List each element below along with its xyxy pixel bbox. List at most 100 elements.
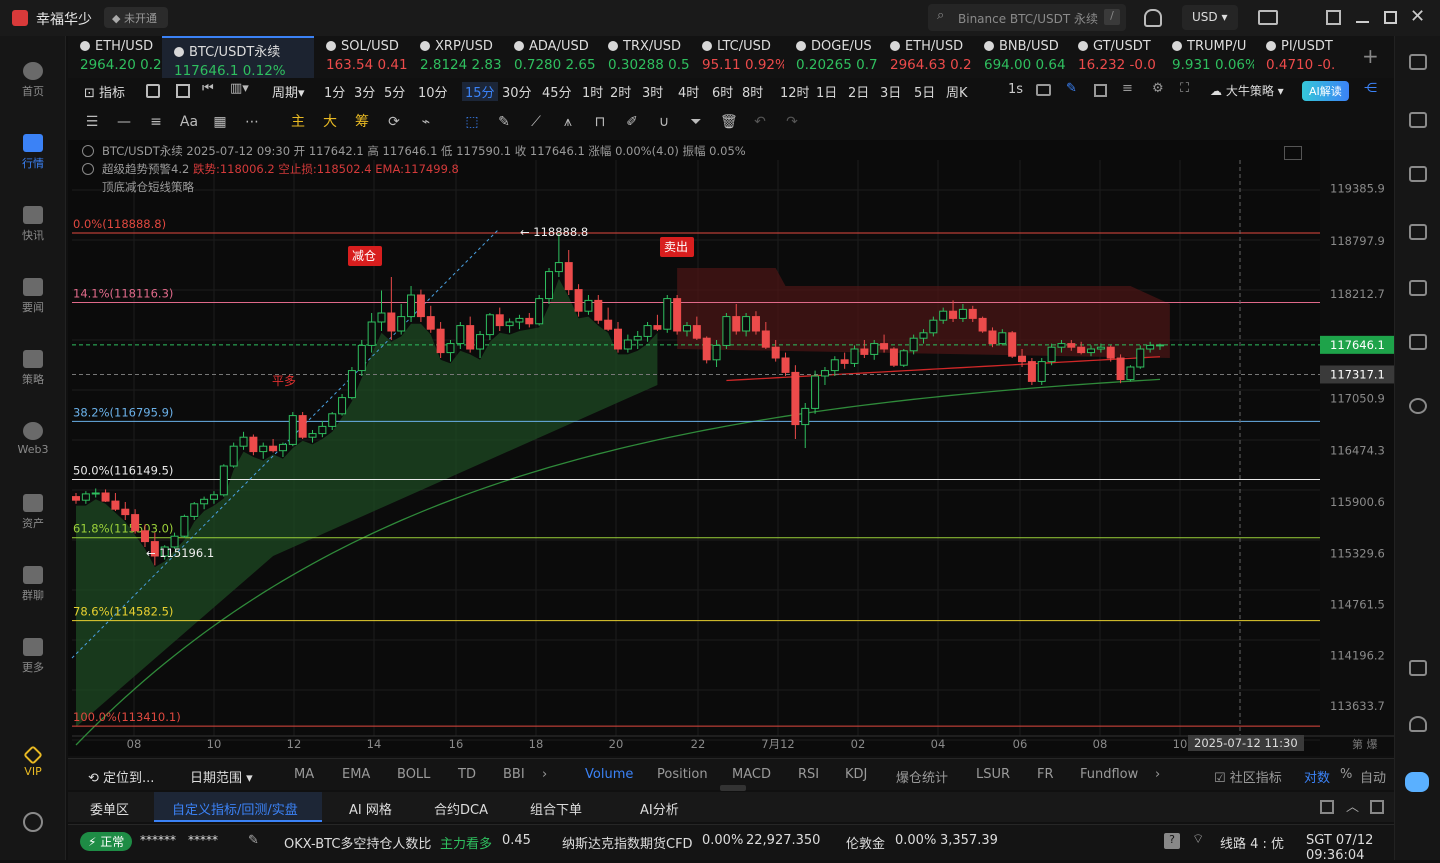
sidebar-item-more[interactable]: 更多 [0,638,66,675]
locate-button[interactable]: ⟲ 定位到... [88,767,154,786]
layout-icon[interactable] [1409,660,1427,676]
sidebar-item-strategy[interactable]: 策略 [0,350,66,387]
tab-custom-indicator[interactable]: 自定义指标/回测/实盘 [154,792,322,822]
chips-toggle[interactable]: 筹 [354,114,370,130]
ticker-9[interactable]: BNB/USD 694.00 0.64 [972,36,1066,78]
timeframe-12[interactable]: 8时 [742,82,763,101]
tab-fundflow[interactable]: Fundflow [1080,767,1138,782]
document-icon[interactable] [1409,112,1427,128]
timeframe-17[interactable]: 5日 [914,82,935,101]
multi-line-icon[interactable]: ≡ [148,114,164,130]
collapse-icon-2[interactable] [82,163,94,175]
timeframe-0[interactable]: 1分 [324,82,345,101]
chevron-up-icon[interactable]: ︿ [1346,796,1359,815]
ticker-8[interactable]: ETH/USD 2964.63 0.2 [878,36,972,78]
tab-ai-analysis[interactable]: AI分析 [640,799,679,818]
tab-position[interactable]: Position [657,767,708,782]
ticker-0[interactable]: ETH/USD 2964.20 0.2 [68,36,162,78]
watchlist-icon[interactable] [1409,54,1427,70]
swap-icon[interactable] [1409,398,1427,414]
filter-icon[interactable]: ⏷ [688,114,704,130]
more-icon[interactable]: ⋯ [244,114,260,130]
ticker-2[interactable]: SOL/USD 163.54 0.41 [314,36,408,78]
timeframe-7[interactable]: 1时 [582,82,603,101]
headset-icon[interactable] [1409,716,1427,732]
auto-scale-toggle[interactable]: 自动 [1360,767,1386,786]
ticker-1[interactable]: BTC/USDT永续 117646.1 0.12% [162,36,314,78]
ticker-4[interactable]: ADA/USD 0.7280 2.65 [502,36,596,78]
expand-icon[interactable] [1370,800,1384,814]
assistant-bot-icon[interactable] [1405,772,1429,792]
sidebar-item-market[interactable]: 行情 [0,134,66,171]
lock-icon[interactable]: ⊓ [592,114,608,130]
tab-kdj[interactable]: KDJ [845,767,867,782]
timeframe-10[interactable]: 4时 [678,82,699,101]
timeframe-15[interactable]: 2日 [848,82,869,101]
tab-bbi[interactable]: BBI [503,767,525,782]
note-icon[interactable]: ✐ [624,114,640,130]
drag-handle[interactable] [720,785,746,791]
chevron-right-icon[interactable]: › [542,767,547,782]
ticker-3[interactable]: XRP/USD 2.8124 2.83 [408,36,502,78]
sidebar-item-news[interactable]: 要闻 [0,278,66,315]
magnet-icon[interactable]: ∪ [656,114,672,130]
ticker-5[interactable]: TRX/USD 0.30288 0.5 [596,36,690,78]
pencil-icon[interactable]: ✎ [496,114,512,130]
copy-icon[interactable] [1094,84,1107,97]
strategy-dropdown[interactable]: ☁ 大牛策略 ▾ [1210,82,1284,99]
tab-td[interactable]: TD [458,767,476,782]
chevron-right-icon-2[interactable]: › [1155,767,1160,782]
horizontal-line-icon[interactable]: — [116,114,132,130]
minimize-icon[interactable] [1356,21,1369,23]
search-box[interactable]: ⌕ Binance BTC/USDT 永续 / [928,4,1126,31]
add-ticker-button[interactable]: + [1362,44,1379,68]
menu-icon[interactable]: ☰ [84,114,100,130]
card-icon[interactable] [1409,334,1427,350]
popout-icon[interactable] [1320,800,1334,814]
tab-volume[interactable]: Volume [585,767,633,782]
fullscreen-icon[interactable]: ⛶ [1180,81,1189,96]
percent-toggle[interactable]: % [1340,767,1352,782]
timeframe-14[interactable]: 1日 [816,82,837,101]
sidebar-item-vip[interactable]: VIP [0,745,66,778]
community-indicators[interactable]: ☑ 社区指标 [1214,767,1282,786]
timeframe-1[interactable]: 3分 [354,82,375,101]
tab-fr[interactable]: FR [1037,767,1054,782]
tab-ai-grid[interactable]: AI 网格 [349,799,392,818]
timeframe-16[interactable]: 3日 [880,82,901,101]
sidebar-item-chat[interactable]: 群聊 [0,566,66,603]
timeframe-11[interactable]: 6时 [712,82,733,101]
tab-rsi[interactable]: RSI [798,767,819,782]
tab-lsur[interactable]: LSUR [976,767,1010,782]
dollar-icon[interactable] [1409,166,1427,182]
sidebar-item-home[interactable]: 首页 [0,62,66,99]
refresh-icon[interactable]: ⟳ [386,114,402,130]
tab-macd[interactable]: MACD [732,767,771,782]
tab-orders[interactable]: 委单区 [90,799,129,818]
main-chart-toggle[interactable]: 主 [290,114,306,130]
pen-icon[interactable]: ✎ [1066,81,1077,96]
timeframe-3[interactable]: 10分 [418,82,448,101]
trendline-icon[interactable]: ⟋ [528,114,544,130]
ticker-7[interactable]: DOGE/US 0.20265 0.7 [784,36,878,78]
seconds-button[interactable]: 1s [1008,82,1023,97]
tab-combo-order[interactable]: 组合下单 [530,799,582,818]
login-badge[interactable]: ◆ 未开通 [104,7,168,28]
tab-ema[interactable]: EMA [342,767,370,782]
tab-ma[interactable]: MA [294,767,314,782]
ai-interpret-button[interactable]: AI解读 [1302,81,1349,101]
analytics-icon[interactable] [1409,224,1427,240]
gear-icon[interactable]: ⚙ [1152,81,1164,96]
ticker-6[interactable]: LTC/USD 95.11 0.92% [690,36,784,78]
camera-icon[interactable] [1036,84,1051,96]
text-tool-icon[interactable]: Aa [178,114,200,130]
timeframe-2[interactable]: 5分 [384,82,405,101]
ticker-10[interactable]: GT/USDT 16.232 -0.0 [1066,36,1160,78]
bell-icon[interactable] [1144,9,1162,27]
big-order-toggle[interactable]: 大 [322,114,338,130]
timeframe-9[interactable]: 3时 [642,82,663,101]
currency-select[interactable]: USD ▾ [1182,5,1238,30]
window-popout-icon[interactable] [1326,10,1341,25]
settings-icon[interactable] [23,812,43,832]
sidebar-item-web3[interactable]: Web3 [0,422,66,456]
